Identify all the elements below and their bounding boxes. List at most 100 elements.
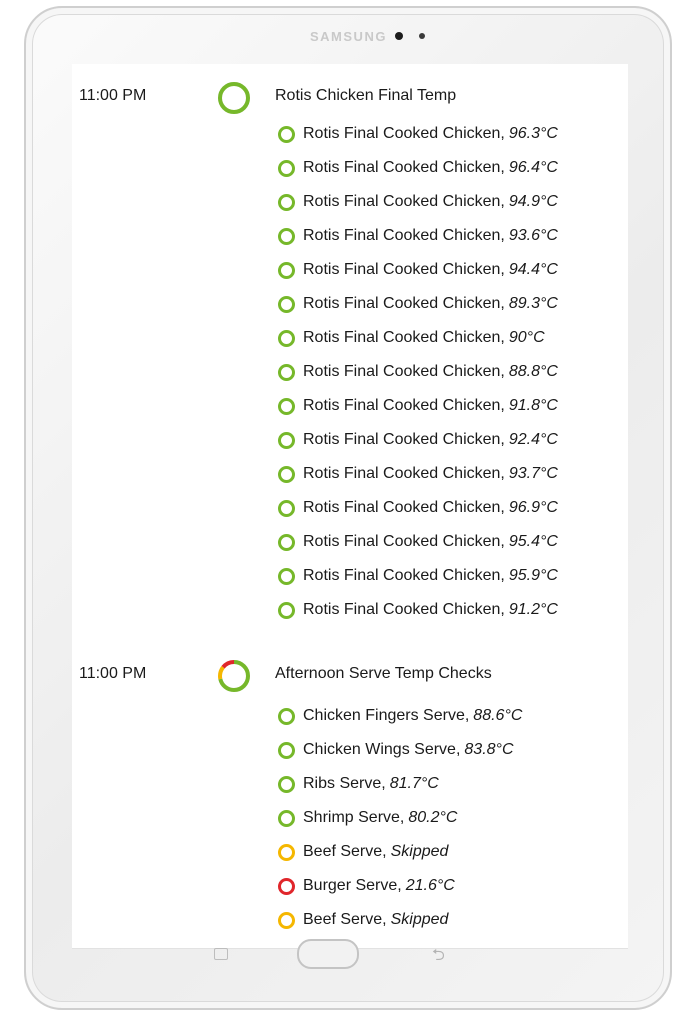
list-item[interactable]: Rotis Final Cooked Chicken, 94.9°C (278, 189, 558, 215)
item-name: Ribs Serve (303, 775, 382, 792)
list-item[interactable]: Rotis Final Cooked Chicken, 95.9°C (278, 563, 558, 589)
list-item[interactable]: Beef Serve, Skipped (278, 839, 448, 865)
list-item[interactable]: Rotis Final Cooked Chicken, 91.2°C (278, 597, 558, 623)
item-value: 93.7°C (508, 465, 558, 482)
item-name: Rotis Final Cooked Chicken (303, 397, 501, 414)
checklist-group-header[interactable]: 11:00 PM Afternoon Serve Temp Checks (72, 659, 628, 693)
item-value: Skipped (390, 843, 449, 860)
list-item[interactable]: Beef Serve, Skipped (278, 907, 448, 933)
status-ring-icon (278, 911, 295, 929)
item-separator: , (500, 431, 505, 448)
list-item[interactable]: Rotis Final Cooked Chicken, 96.4°C (278, 155, 558, 181)
list-item[interactable]: Rotis Final Cooked Chicken, 94.4°C (278, 257, 558, 283)
status-ring-icon (278, 567, 295, 585)
item-separator: , (500, 601, 505, 618)
item-value: Skipped (390, 911, 449, 928)
status-ring-icon (278, 295, 295, 313)
list-item[interactable]: Rotis Final Cooked Chicken, 88.8°C (278, 359, 558, 385)
item-name: Rotis Final Cooked Chicken (303, 499, 501, 516)
item-separator: , (500, 397, 505, 414)
item-value: 95.4°C (508, 533, 558, 550)
item-name: Rotis Final Cooked Chicken (303, 567, 501, 584)
item-name: Beef Serve (303, 911, 383, 928)
item-separator: , (500, 159, 505, 176)
status-ring-icon (278, 499, 295, 517)
item-value: 91.8°C (508, 397, 558, 414)
item-separator: , (381, 775, 386, 792)
list-item[interactable]: Rotis Final Cooked Chicken, 93.6°C (278, 223, 558, 249)
list-item[interactable]: Rotis Final Cooked Chicken, 96.9°C (278, 495, 558, 521)
item-separator: , (382, 911, 387, 928)
item-name: Beef Serve (303, 843, 383, 860)
status-ring-icon (278, 397, 295, 415)
item-separator: , (397, 877, 402, 894)
item-value: 94.4°C (508, 261, 558, 278)
item-value: 96.4°C (508, 159, 558, 176)
list-item[interactable]: Burger Serve, 21.6°C (278, 873, 455, 899)
item-separator: , (500, 261, 505, 278)
recent-apps-icon[interactable] (214, 948, 228, 960)
checklist-group-header[interactable]: 11:00 PM Rotis Chicken Final Temp (72, 81, 628, 115)
list-item[interactable]: Chicken Wings Serve, 83.8°C (278, 737, 514, 763)
item-value: 88.6°C (473, 707, 523, 724)
status-ring-icon (278, 741, 295, 759)
item-separator: , (500, 567, 505, 584)
list-item[interactable]: Rotis Final Cooked Chicken, 93.7°C (278, 461, 558, 487)
status-ring-icon (278, 707, 295, 725)
list-item[interactable]: Rotis Final Cooked Chicken, 90°C (278, 325, 545, 351)
status-ring-icon (278, 533, 295, 551)
item-value: 91.2°C (508, 601, 558, 618)
item-value: 96.9°C (508, 499, 558, 516)
list-item[interactable]: Rotis Final Cooked Chicken, 95.4°C (278, 529, 558, 555)
item-name: Rotis Final Cooked Chicken (303, 601, 501, 618)
item-name: Rotis Final Cooked Chicken (303, 329, 501, 346)
item-separator: , (500, 533, 505, 550)
status-ring-icon (278, 809, 295, 827)
group-title: Afternoon Serve Temp Checks (275, 665, 492, 682)
list-item[interactable]: Rotis Final Cooked Chicken, 89.3°C (278, 291, 558, 317)
status-ring-icon (278, 363, 295, 381)
item-name: Rotis Final Cooked Chicken (303, 159, 501, 176)
status-ring-icon (278, 227, 295, 245)
item-separator: , (455, 741, 461, 758)
brand-logo: SAMSUNG (310, 28, 387, 44)
item-name: Rotis Final Cooked Chicken (303, 227, 501, 244)
item-name: Chicken Fingers Serve (303, 707, 465, 724)
status-ring-icon (278, 465, 295, 483)
item-name: Rotis Final Cooked Chicken (303, 533, 501, 550)
item-value: 21.6°C (405, 877, 455, 894)
front-camera (394, 32, 403, 40)
status-ring-icon (278, 125, 295, 143)
item-separator: , (500, 465, 505, 482)
group-title: Rotis Chicken Final Temp (275, 87, 457, 104)
item-separator: , (500, 193, 505, 210)
progress-ring (218, 660, 250, 692)
list-item[interactable]: Rotis Final Cooked Chicken, 96.3°C (278, 121, 558, 147)
item-value: 96.3°C (508, 125, 558, 142)
light-sensor (418, 33, 425, 39)
item-value: 88.8°C (508, 363, 558, 380)
item-separator: , (382, 843, 387, 860)
status-ring-icon (278, 877, 295, 895)
list-item[interactable]: Rotis Final Cooked Chicken, 92.4°C (278, 427, 558, 453)
device-brand-bar: SAMSUNG (310, 28, 425, 44)
item-separator: , (399, 809, 405, 826)
item-name: Rotis Final Cooked Chicken (303, 465, 501, 482)
item-value: 95.9°C (508, 567, 558, 584)
status-ring-icon (278, 329, 295, 347)
item-name: Rotis Final Cooked Chicken (303, 125, 501, 142)
item-separator: , (500, 329, 505, 346)
status-ring-icon (278, 431, 295, 449)
item-name: Rotis Final Cooked Chicken (303, 363, 501, 380)
home-button[interactable] (297, 939, 359, 969)
list-item[interactable]: Ribs Serve, 81.7°C (278, 771, 439, 797)
item-value: 94.9°C (508, 193, 558, 210)
status-ring-icon (278, 159, 295, 177)
list-item[interactable]: Rotis Final Cooked Chicken, 91.8°C (278, 393, 558, 419)
list-item[interactable]: Chicken Fingers Serve, 88.6°C (278, 703, 522, 729)
list-item[interactable]: Shrimp Serve, 80.2°C (278, 805, 457, 831)
status-ring-icon (278, 775, 295, 793)
item-separator: , (500, 499, 505, 516)
back-icon[interactable]: ⮌ (432, 944, 445, 971)
screen: 11:00 PM Rotis Chicken Final Temp Rotis … (72, 64, 628, 949)
